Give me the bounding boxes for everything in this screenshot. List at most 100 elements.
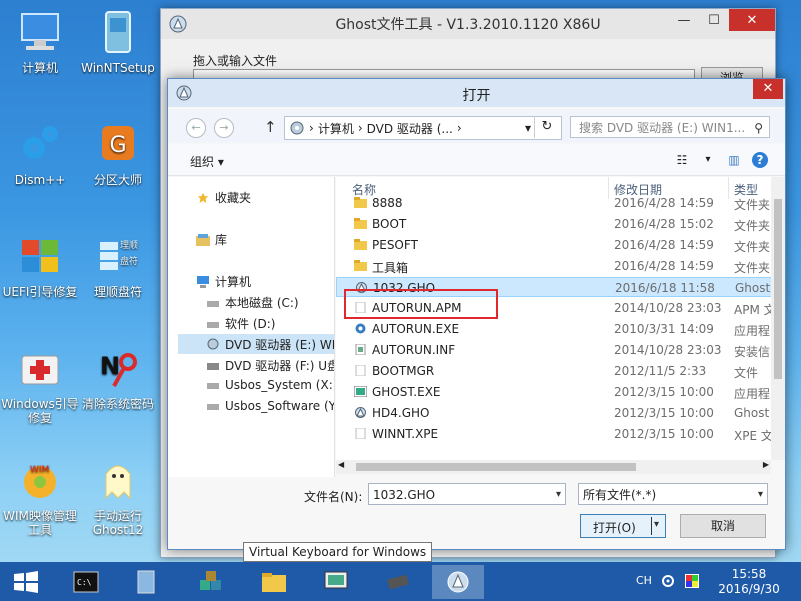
file-icon — [355, 407, 366, 418]
file-row[interactable]: BOOT 2016/4/28 15:02 文件夹 — [336, 214, 771, 234]
chevron-down-icon[interactable]: ▾ — [525, 121, 531, 135]
file-name: AUTORUN.INF — [372, 343, 456, 357]
vertical-scrollbar[interactable] — [771, 177, 785, 460]
chevron-down-icon[interactable]: ▾ — [654, 519, 659, 530]
file-row[interactable]: BOOTMGR 2012/11/5 2:33 文件 — [336, 361, 771, 381]
folder-icon — [354, 239, 367, 250]
nav-drive-y[interactable]: Usbos_Software (Y — [206, 399, 335, 413]
taskbar-app-2[interactable] — [185, 565, 237, 599]
nav-label: DVD 驱动器 (F:) U盘 — [225, 359, 335, 373]
chevron-down-icon[interactable]: ▾ — [758, 484, 763, 506]
forward-button[interactable]: → — [214, 118, 234, 138]
settings-icon[interactable] — [660, 573, 676, 589]
desktop-icon-clear-password[interactable]: N 清除系统密码 — [78, 346, 158, 411]
filetype-select[interactable]: 所有文件(*.*) ▾ — [578, 483, 768, 505]
desktop-icon-label: Windows引导修复 — [1, 397, 79, 425]
first-aid-icon — [21, 355, 59, 385]
maximize-button[interactable]: ☐ — [699, 9, 729, 31]
display-icon[interactable] — [684, 573, 700, 589]
nav-favorites[interactable]: 收藏夹 — [196, 189, 251, 206]
nav-library[interactable]: 库 — [196, 231, 227, 248]
dialog-title: 打开 — [462, 88, 491, 104]
nav-label: 库 — [215, 233, 228, 247]
up-button[interactable]: ↑ — [264, 118, 277, 136]
file-row[interactable]: AUTORUN.INF 2014/10/28 23:03 安装信 — [336, 340, 771, 360]
file-name: WINNT.XPE — [372, 427, 439, 441]
file-name: 工具箱 — [372, 261, 409, 275]
help-icon[interactable]: ? — [752, 152, 768, 168]
desktop-icon-ghost12[interactable]: 手动运行Ghost12 — [78, 458, 158, 537]
minimize-button[interactable]: — — [669, 9, 699, 31]
nav-drive-e[interactable]: DVD 驱动器 (E:) WI — [178, 334, 334, 354]
file-type: 文件夹 — [734, 240, 771, 254]
taskbar-app-3[interactable] — [310, 565, 362, 599]
nav-drive-x[interactable]: Usbos_System (X:) — [206, 378, 334, 392]
taskbar-cmd[interactable]: C:\ — [60, 565, 112, 599]
file-type: 应用程 — [734, 387, 771, 401]
file-row[interactable]: 8888 2016/4/28 14:59 文件夹 — [336, 193, 771, 213]
folder-icon — [354, 218, 367, 229]
organize-button[interactable]: 组织 ▾ — [190, 153, 224, 170]
open-button[interactable]: 打开(O) ▾ — [580, 514, 666, 538]
desktop-icon-windows-boot[interactable]: Windows引导修复 — [0, 346, 80, 425]
search-input[interactable]: 搜索 DVD 驱动器 (E:) WIN1... ⚲ — [570, 116, 770, 138]
close-button[interactable]: ✕ — [729, 9, 775, 31]
cubes-icon — [200, 571, 221, 590]
taskbar-explorer[interactable] — [248, 565, 300, 599]
library-icon — [196, 233, 210, 246]
monitor-icon — [324, 571, 348, 589]
file-type: 文件夹 — [734, 219, 771, 233]
taskbar-app-1[interactable] — [120, 565, 172, 599]
file-row[interactable]: AUTORUN.EXE 2010/3/31 14:09 应用程 — [336, 319, 771, 339]
nav-label: Usbos_Software (Y — [225, 399, 335, 413]
filename-input[interactable]: 1032.GHO ▾ — [368, 483, 566, 505]
file-date: 2016/4/28 14:59 — [614, 259, 714, 273]
file-row[interactable]: GHOST.EXE 2012/3/15 10:00 应用程 — [336, 382, 771, 402]
taskbar-ghost-tool[interactable] — [432, 565, 484, 599]
file-row[interactable]: PESOFT 2016/4/28 14:59 文件夹 — [336, 235, 771, 255]
file-type: 文件夹 — [734, 198, 771, 212]
breadcrumb-computer[interactable]: 计算机 — [318, 120, 354, 137]
desktop-icon-uefi[interactable]: UEFI引导修复 — [0, 234, 80, 299]
scroll-left-icon[interactable]: ◀ — [338, 460, 344, 469]
ghost-window-titlebar: Ghost文件工具 - V1.3.2010.1120 X86U — ☐ ✕ — [161, 9, 775, 39]
file-date: 2014/10/28 23:03 — [614, 301, 722, 315]
start-button[interactable] — [0, 565, 52, 599]
file-row[interactable]: HD4.GHO 2012/3/15 10:00 Ghost — [336, 403, 771, 423]
desktop-icon-winntsetup[interactable]: WinNTSetup — [78, 10, 158, 75]
desktop-icon-partition[interactable]: G 分区大师 — [78, 122, 158, 187]
svg-text:C:\: C:\ — [77, 578, 92, 587]
nav-drive-d[interactable]: 软件 (D:) — [206, 315, 275, 332]
desktop-icon-wim[interactable]: WIM WIM映像管理工具 — [0, 458, 80, 537]
language-indicator[interactable]: CH — [636, 574, 652, 587]
refresh-button[interactable]: ↻ — [534, 116, 559, 138]
back-button[interactable]: ← — [186, 118, 206, 138]
desktop-icon-label: WIM映像管理工具 — [3, 509, 77, 537]
cancel-button[interactable]: 取消 — [680, 514, 766, 538]
nav-computer[interactable]: 计算机 — [196, 273, 251, 290]
chevron-down-icon[interactable]: ▾ — [556, 484, 561, 506]
view-options-icon[interactable]: ☷ — [674, 152, 690, 168]
horizontal-scrollbar[interactable]: ◀ ▶ — [336, 460, 771, 474]
breadcrumb-dvd-drive[interactable]: DVD 驱动器 (... — [367, 120, 453, 137]
dialog-close-button[interactable]: ✕ — [753, 79, 783, 99]
clock[interactable]: 15:58 2016/9/30 — [706, 567, 792, 597]
nav-drive-c[interactable]: 本地磁盘 (C:) — [206, 294, 299, 311]
taskbar-app-4[interactable] — [372, 565, 424, 599]
desktop-icon-computer[interactable]: 计算机 — [0, 10, 80, 75]
address-bar[interactable]: › 计算机 › DVD 驱动器 (... › ▾ — [284, 116, 562, 140]
nav-label: 软件 (D:) — [225, 317, 276, 331]
nav-label: 收藏夹 — [215, 191, 252, 205]
file-row[interactable]: 工具箱 2016/4/28 14:59 文件夹 — [336, 256, 771, 276]
desktop-icon-lipan[interactable]: 理顺 盘符 理顺盘符 — [78, 234, 158, 299]
scroll-right-icon[interactable]: ▶ — [763, 460, 769, 469]
file-row[interactable]: WINNT.XPE 2012/3/15 10:00 XPE 文 — [336, 424, 771, 444]
chevron-down-icon[interactable]: ▾ — [700, 152, 716, 168]
nav-drive-f[interactable]: DVD 驱动器 (F:) U盘 — [206, 357, 335, 374]
file-date: 2010/3/31 14:09 — [614, 322, 714, 336]
preview-pane-icon[interactable]: ▥ — [726, 152, 742, 168]
file-icon — [355, 428, 366, 439]
file-type: XPE 文 — [734, 429, 771, 443]
svg-text:理顺: 理顺 — [120, 240, 138, 251]
desktop-icon-dism[interactable]: Dism++ — [0, 122, 80, 187]
